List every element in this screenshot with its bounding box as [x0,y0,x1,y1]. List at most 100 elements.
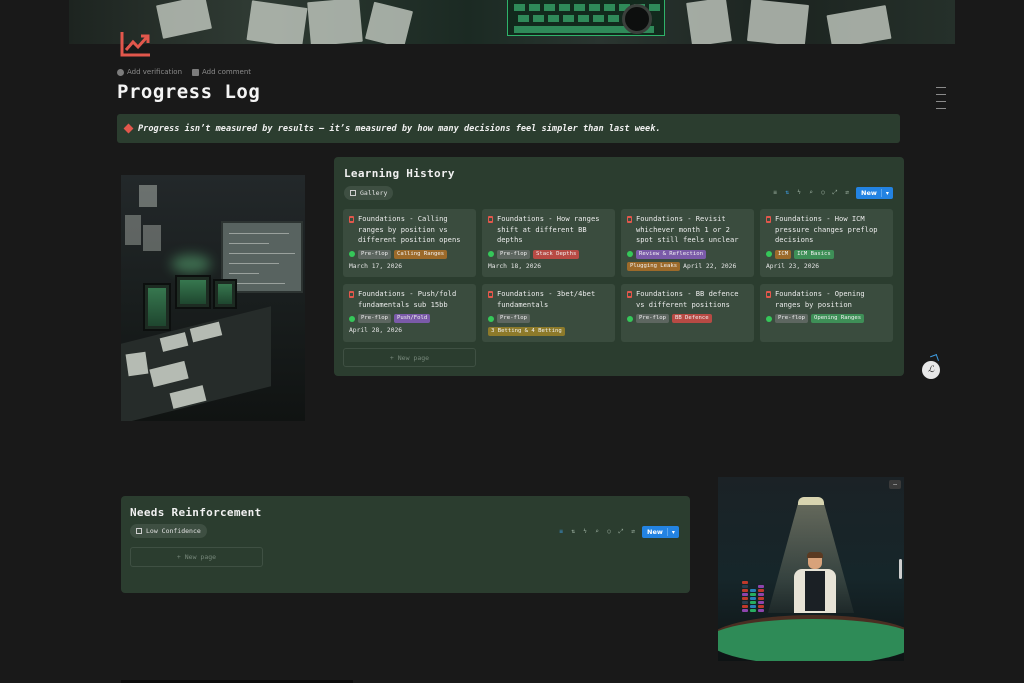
gallery-card[interactable]: Foundations - 3bet/4bet fundamentals Pre… [482,284,615,342]
new-page-button[interactable]: + New page [343,348,476,367]
status-dot-icon [349,251,355,257]
tag: BB Defence [671,314,712,323]
poker-player-image[interactable]: … [718,477,904,661]
card-date: April 23, 2026 [766,262,820,270]
expand-icon[interactable]: ⤢ [832,190,838,196]
card-title: Foundations - Revisit whichever month 1 … [636,214,739,244]
status-dot-icon [766,251,772,257]
tag: ICM Basics [794,249,834,259]
red-diamond-icon [123,123,134,134]
chip-stack [758,585,764,613]
study-room-image[interactable] [121,175,305,421]
gallery-card[interactable]: Foundations - Opening ranges by position… [760,284,893,342]
card-title: Foundations - Opening ranges by position [775,289,865,309]
database-toolbar: ≡ ⇅ ϟ ⌕ ○ ⤢ ⇄ New ▾ [558,526,679,538]
sort-icon[interactable]: ⇅ [784,190,790,196]
comment-icon [192,68,200,76]
status-dot-icon [488,251,494,257]
search-icon[interactable]: ⌕ [594,529,600,535]
trending-chart-icon[interactable] [119,30,153,58]
tag: Push/Fold [393,314,431,323]
search-icon[interactable]: ○ [820,190,826,196]
page-icon [766,291,771,298]
card-date: March 17, 2026 [349,262,403,270]
floating-assistant-button[interactable]: ℒ [922,361,940,379]
verification-icon [117,68,124,76]
status-dot-icon [766,315,772,322]
page-icon [627,216,632,223]
filter-icon[interactable]: ≡ [772,190,778,196]
tag: Pre-flop [497,249,530,259]
table-of-contents-icon[interactable] [936,87,946,115]
filter-icon[interactable]: ≡ [558,529,564,535]
database-title: Needs Reinforcement [130,506,262,519]
poker-player [794,552,836,613]
gallery-card[interactable]: Foundations - Revisit whichever month 1 … [621,209,754,277]
tag: Pre-flop [775,314,808,323]
tag: ICM [775,249,792,259]
automation-icon[interactable]: ϟ [796,190,802,196]
more-options-icon[interactable]: … [889,480,901,489]
new-button[interactable]: New ▾ [856,187,893,199]
tag: Pre-flop [636,314,669,323]
tag: Calling Ranges [393,249,448,259]
card-title: Foundations - How ICM pressure changes p… [775,214,878,244]
search-icon[interactable]: ⌕ [808,190,814,196]
card-date: March 18, 2026 [488,262,542,270]
tag: Opening Ranges [810,314,865,323]
search-icon[interactable]: ○ [606,529,612,535]
page-icon [349,216,354,223]
cover-paper [686,0,732,44]
cover-image [69,0,955,44]
add-verification-button[interactable]: Add verification [117,68,182,76]
cover-mug [622,4,652,34]
tag: Pre-flop [358,314,391,323]
lamp [798,497,824,505]
tag: 3 Betting & 4 Betting [488,327,565,336]
monitor [213,279,237,309]
cover-paper [826,5,892,44]
settings-icon[interactable]: ⇄ [630,529,636,535]
status-dot-icon [627,251,633,257]
card-title: Foundations - BB defence vs different po… [636,289,739,309]
tag: Review & Reflection [636,249,706,259]
gallery-view-tab[interactable]: Gallery [344,186,394,200]
chevron-down-icon[interactable]: ▾ [672,529,675,536]
settings-icon[interactable]: ⇄ [844,190,850,196]
automation-icon[interactable]: ϟ [582,529,588,535]
monitor [143,283,171,331]
chip-stack [750,589,756,613]
database-title: Learning History [344,167,455,180]
database-toolbar: ≡ ⇅ ϟ ⌕ ○ ⤢ ⇄ New ▾ [772,187,893,199]
add-comment-button[interactable]: Add comment [192,68,251,76]
needs-reinforcement-database: Needs Reinforcement Low Confidence ≡ ⇅ ϟ… [121,496,690,593]
chip-stack [742,581,748,613]
low-confidence-view-tab[interactable]: Low Confidence [130,524,207,538]
expand-icon[interactable]: ⤢ [618,529,624,535]
gallery-icon [136,528,142,534]
tag: Stack Depths [532,249,580,259]
gallery-card[interactable]: Foundations - How ranges shift at differ… [482,209,615,277]
cover-paper [746,0,810,44]
card-title: Foundations - Calling ranges by position… [358,214,461,244]
gallery-icon [350,190,356,196]
sort-icon[interactable]: ⇅ [570,529,576,535]
callout-text: Progress isn’t measured by results — it’… [138,123,661,134]
new-button[interactable]: New ▾ [642,526,679,538]
gallery-card[interactable]: Foundations - How ICM pressure changes p… [760,209,893,277]
card-date: April 22, 2026 [683,262,737,270]
gallery-card[interactable]: Foundations - Calling ranges by position… [343,209,476,277]
page-meta-actions: Add verification Add comment [117,68,251,76]
tag: Pre-flop [358,249,391,259]
page-title: Progress Log [117,81,261,103]
cover-paper [307,0,363,44]
chevron-down-icon[interactable]: ▾ [886,190,889,197]
gallery-card[interactable]: Foundations - Push/fold fundamentals sub… [343,284,476,342]
card-title: Foundations - 3bet/4bet fundamentals [497,289,596,309]
status-dot-icon [349,315,355,322]
gallery-card[interactable]: Foundations - BB defence vs different po… [621,284,754,342]
status-dot-icon [627,315,633,322]
new-page-button[interactable]: + New page [130,547,263,567]
scrollbar[interactable] [899,559,902,579]
page-icon [349,291,354,298]
